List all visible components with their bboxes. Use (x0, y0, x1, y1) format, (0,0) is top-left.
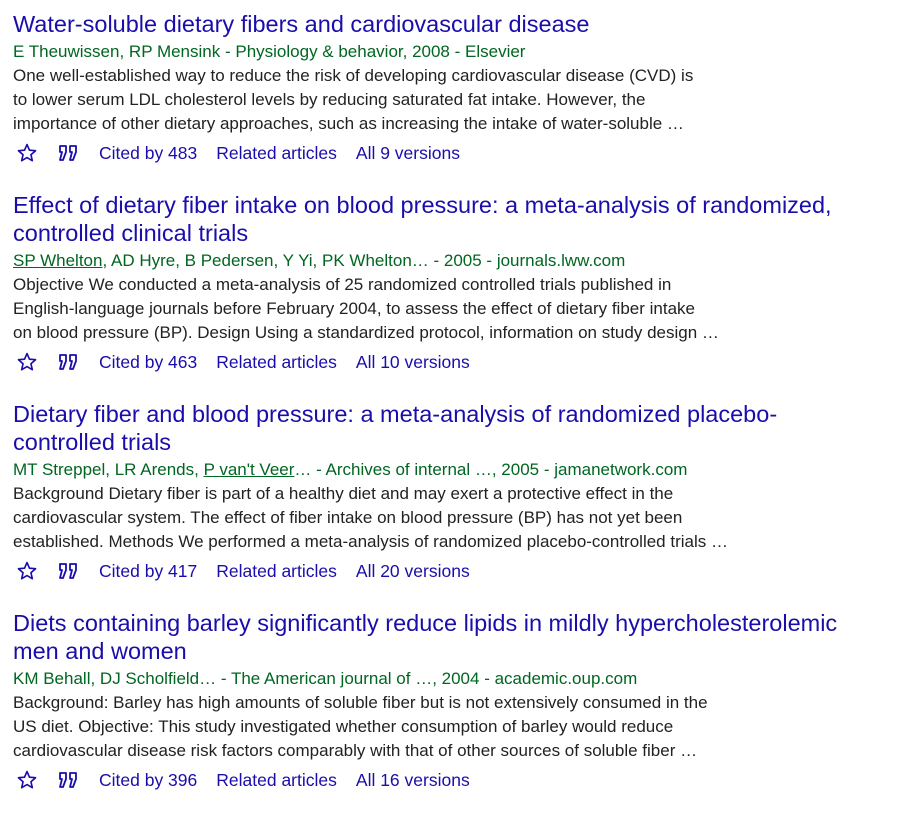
author-profile-link[interactable]: SP Whelton (13, 251, 102, 270)
quote-icon[interactable] (56, 140, 82, 166)
quote-icon[interactable] (56, 767, 82, 793)
result-authors: , AD Hyre, B Pedersen, Y Yi, PK Whelton… (102, 251, 429, 270)
related-articles-link[interactable]: Related articles (216, 352, 337, 373)
result-title-line: Dietary fiber and blood pressure: a meta… (13, 401, 778, 427)
result-title-line: controlled trials (13, 429, 172, 455)
result-meta: E Theuwissen, RP Mensink - Physiology & … (13, 40, 917, 64)
result-source: - The American journal of …, 2004 - acad… (216, 669, 638, 688)
result-source: - 2005 - journals.lww.com (428, 251, 626, 270)
result-source: - Archives of internal …, 2005 - jamanet… (311, 460, 688, 479)
search-results: Water-soluble dietary fibers and cardiov… (0, 0, 917, 794)
result-title-line: Diets containing barley significantly re… (13, 610, 838, 636)
snippet-line: to lower serum LDL cholesterol levels by… (13, 90, 646, 109)
quote-icon[interactable] (56, 558, 82, 584)
snippet-line: One well-established way to reduce the r… (13, 66, 694, 85)
all-versions-link[interactable]: All 16 versions (356, 770, 470, 791)
result-title-line: Water-soluble dietary fibers and cardiov… (13, 11, 590, 37)
author-profile-link[interactable]: P van't Veer (204, 460, 295, 479)
star-icon[interactable] (14, 767, 40, 793)
snippet-line: US diet. Objective: This study investiga… (13, 717, 674, 736)
result-title-link[interactable]: Water-soluble dietary fibers and cardiov… (13, 10, 917, 38)
result-separator (13, 585, 917, 609)
star-icon[interactable] (14, 558, 40, 584)
all-versions-link[interactable]: All 9 versions (356, 143, 460, 164)
result-snippet: Background Dietary fiber is part of a he… (13, 482, 917, 554)
result-authors-ellipsis: … (294, 460, 312, 479)
result-item: Effect of dietary fiber intake on blood … (13, 191, 917, 376)
cited-by-link[interactable]: Cited by 396 (99, 770, 197, 791)
result-meta: KM Behall, DJ Scholfield… - The American… (13, 667, 917, 691)
result-authors: KM Behall, DJ Scholfield… (13, 669, 217, 688)
snippet-line: English-language journals before Februar… (13, 299, 695, 318)
result-snippet: Objective We conducted a meta-analysis o… (13, 273, 917, 345)
result-authors: MT Streppel, LR Arends, (13, 460, 204, 479)
snippet-line: established. Methods We performed a meta… (13, 532, 728, 551)
result-title-link[interactable]: Diets containing barley significantly re… (13, 609, 917, 665)
related-articles-link[interactable]: Related articles (216, 143, 337, 164)
result-item: Water-soluble dietary fibers and cardiov… (13, 10, 917, 167)
star-icon[interactable] (14, 140, 40, 166)
all-versions-link[interactable]: All 10 versions (356, 352, 470, 373)
cited-by-link[interactable]: Cited by 483 (99, 143, 197, 164)
result-snippet: One well-established way to reduce the r… (13, 64, 917, 136)
result-authors: E Theuwissen, RP Mensink (13, 42, 221, 61)
result-meta: MT Streppel, LR Arends, P van't Veer… - … (13, 458, 917, 482)
cited-by-link[interactable]: Cited by 417 (99, 561, 197, 582)
snippet-line: Background Dietary fiber is part of a he… (13, 484, 674, 503)
snippet-line: on blood pressure (BP). Design Using a s… (13, 323, 719, 342)
quote-icon[interactable] (56, 349, 82, 375)
result-separator (13, 167, 917, 191)
snippet-line: Background: Barley has high amounts of s… (13, 693, 708, 712)
all-versions-link[interactable]: All 20 versions (356, 561, 470, 582)
result-actions: Cited by 396 Related articles All 16 ver… (13, 766, 917, 794)
result-separator (13, 376, 917, 400)
result-actions: Cited by 483 Related articles All 9 vers… (13, 139, 917, 167)
related-articles-link[interactable]: Related articles (216, 770, 337, 791)
result-title-line: Effect of dietary fiber intake on blood … (13, 192, 832, 218)
result-title-link[interactable]: Dietary fiber and blood pressure: a meta… (13, 400, 917, 456)
related-articles-link[interactable]: Related articles (216, 561, 337, 582)
result-source: - Physiology & behavior, 2008 - Elsevier (220, 42, 526, 61)
result-snippet: Background: Barley has high amounts of s… (13, 691, 917, 763)
result-title-link[interactable]: Effect of dietary fiber intake on blood … (13, 191, 917, 247)
result-item: Dietary fiber and blood pressure: a meta… (13, 400, 917, 585)
result-title-line: controlled clinical trials (13, 220, 249, 246)
result-actions: Cited by 417 Related articles All 20 ver… (13, 557, 917, 585)
result-title-line: men and women (13, 638, 187, 664)
snippet-line: cardiovascular disease risk factors comp… (13, 741, 698, 760)
snippet-line: importance of other dietary approaches, … (13, 114, 684, 133)
result-item: Diets containing barley significantly re… (13, 609, 917, 794)
star-icon[interactable] (14, 349, 40, 375)
cited-by-link[interactable]: Cited by 463 (99, 352, 197, 373)
result-actions: Cited by 463 Related articles All 10 ver… (13, 348, 917, 376)
snippet-line: Objective We conducted a meta-analysis o… (13, 275, 672, 294)
snippet-line: cardiovascular system. The effect of fib… (13, 508, 683, 527)
result-meta: SP Whelton, AD Hyre, B Pedersen, Y Yi, P… (13, 249, 917, 273)
